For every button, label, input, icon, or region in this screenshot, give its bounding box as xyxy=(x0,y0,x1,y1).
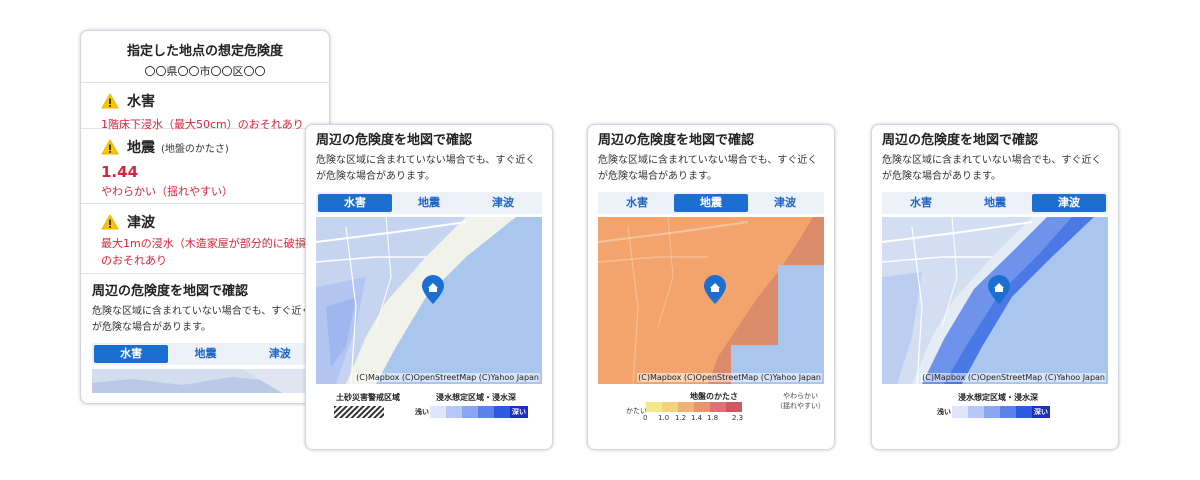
hazard-quake-text: やわらかい（揺れやすい） xyxy=(101,185,233,198)
tick-label: 1.8 xyxy=(707,414,719,422)
shallow-label: 浅い xyxy=(937,408,951,416)
flood-legend: 土砂災害警戒区域 浸水想定区域・浸水深 浅い 深い xyxy=(316,388,552,422)
depth-legend-title: 浸水想定区域・浸水深 xyxy=(436,393,516,402)
ground-swatch xyxy=(726,402,742,412)
map-section-description: 危険な区域に含まれていない場合でも、すぐ近くが危険な場合があります。 xyxy=(882,155,1102,182)
hazard-tsunami-name: 津波 xyxy=(127,215,155,231)
hazard-tsunami-text: 最大1mの浸水（木造家屋が部分的に破損）のおそれあり xyxy=(101,237,317,267)
tab-flood[interactable]: 水害 xyxy=(884,194,958,212)
map-section-description: 危険な区域に含まれていない場合でも、すぐ近くが危険な場合があります。 xyxy=(598,155,818,182)
tab-earthquake[interactable]: 地震 xyxy=(958,194,1032,212)
depth-swatch xyxy=(1000,406,1016,418)
map-attribution: (C)Mapbox (C)OpenStreetMap (C)Yahoo Japa… xyxy=(637,373,822,382)
ground-legend-title: 地盤のかたさ xyxy=(690,392,738,401)
map-attribution: (C)Mapbox (C)OpenStreetMap (C)Yahoo Japa… xyxy=(921,373,1106,382)
earthquake-map-card: 周辺の危険度を地図で確認 危険な区域に含まれていない場合でも、すぐ近くが危険な場… xyxy=(587,124,835,450)
tsunami-map-card: 周辺の危険度を地図で確認 危険な区域に含まれていない場合でも、すぐ近くが危険な場… xyxy=(871,124,1119,450)
hazard-water-text: 1階床下浸水（最大50cm）のおそれあり xyxy=(101,118,304,131)
summary-title: 指定した地点の想定危険度 xyxy=(126,44,283,59)
landslide-swatch xyxy=(334,406,384,418)
tab-tsunami[interactable]: 津波 xyxy=(466,194,540,212)
hazard-water-name: 水害 xyxy=(127,94,155,110)
map-view[interactable]: (C)Mapbox (C)OpenStreetMap (C)Yahoo Japa… xyxy=(882,217,1108,384)
hazard-tsunami: 津波 最大1mの浸水（木造家屋が部分的に破損）のおそれあり xyxy=(81,204,329,274)
ground-swatch xyxy=(710,402,726,412)
location-pin-icon xyxy=(988,275,1010,304)
depth-swatch xyxy=(968,406,984,418)
hazard-summary-card: 指定した地点の想定危険度 〇〇県〇〇市〇〇区〇〇 水害 1階床下浸水（最大50c… xyxy=(80,30,330,404)
map-section-title: 周辺の危険度を地図で確認 xyxy=(882,133,1039,148)
tick-label: 0 xyxy=(643,414,648,422)
depth-swatch xyxy=(446,406,462,418)
warning-icon xyxy=(101,139,119,155)
map-preview xyxy=(92,369,319,393)
location-pin-icon xyxy=(704,275,726,304)
map-view[interactable] xyxy=(92,369,319,393)
depth-swatch xyxy=(478,406,494,418)
tsunami-legend: 浸水想定区域・浸水深 浅い 深い xyxy=(882,388,1118,422)
flood-map-card: 周辺の危険度を地図で確認 危険な区域に含まれていない場合でも、すぐ近くが危険な場… xyxy=(305,124,553,450)
ground-swatch xyxy=(662,402,678,412)
hazard-quake: 地震 (地盤のかたさ) 1.44 やわらかい（揺れやすい） xyxy=(81,129,329,204)
tick-label: 2.3 xyxy=(732,414,744,422)
summary-header: 指定した地点の想定危険度 〇〇県〇〇市〇〇区〇〇 xyxy=(81,31,329,83)
hazard-tabs: 水害 地震 津波 xyxy=(316,192,542,214)
hazard-tabs: 水害 地震 津波 xyxy=(598,192,824,214)
tick-label: 1.4 xyxy=(691,414,703,422)
hazard-quake-name: 地震 xyxy=(127,140,155,156)
ground-swatch xyxy=(694,402,710,412)
soft-label: やわらかい xyxy=(783,392,818,400)
shallow-label: 浅い xyxy=(415,408,429,416)
warning-icon xyxy=(101,93,119,109)
warning-icon xyxy=(101,214,119,230)
depth-swatch xyxy=(494,406,510,418)
map-section-title: 周辺の危険度を地図で確認 xyxy=(598,133,755,148)
deep-label: 深い xyxy=(510,406,528,418)
map-view[interactable]: (C)Mapbox (C)OpenStreetMap (C)Yahoo Japa… xyxy=(316,217,542,384)
tick-label: 1.2 xyxy=(675,414,687,422)
hazard-tabs: 水害 地震 津波 xyxy=(92,343,319,365)
map-section-description: 危険な区域に含まれていない場合でも、すぐ近くが危険な場合があります。 xyxy=(316,155,536,182)
tab-tsunami[interactable]: 津波 xyxy=(1032,194,1106,212)
hazard-quake-sub: (地盤のかたさ) xyxy=(161,143,229,155)
hazard-quake-value: 1.44 xyxy=(101,163,139,181)
earthquake-legend: 地盤のかたさ かたい やわらかい （揺れやすい） 0 1.0 1.2 1.4 1… xyxy=(598,388,834,422)
main-map-section: 周辺の危険度を地図で確認 危険な区域に含まれていない場合でも、すぐ近くが危険な場… xyxy=(81,274,329,393)
tab-flood[interactable]: 水害 xyxy=(94,345,169,363)
hazard-tabs: 水害 地震 津波 xyxy=(882,192,1108,214)
tab-flood[interactable]: 水害 xyxy=(318,194,392,212)
map-section-title: 周辺の危険度を地図で確認 xyxy=(316,133,473,148)
depth-swatch xyxy=(462,406,478,418)
location-pin-icon xyxy=(422,275,444,304)
depth-swatch xyxy=(430,406,446,418)
depth-swatch xyxy=(1016,406,1032,418)
map-section-description: 危険な区域に含まれていない場合でも、すぐ近くが危険な場合があります。 xyxy=(92,306,312,333)
tab-earthquake[interactable]: 地震 xyxy=(168,345,242,363)
ground-swatch xyxy=(678,402,694,412)
depth-legend-title: 浸水想定区域・浸水深 xyxy=(958,393,1038,402)
tab-tsunami[interactable]: 津波 xyxy=(748,194,822,212)
map-section-title: 周辺の危険度を地図で確認 xyxy=(92,284,249,299)
depth-swatch xyxy=(952,406,968,418)
soft-note: （揺れやすい） xyxy=(776,402,825,410)
summary-location: 〇〇県〇〇市〇〇区〇〇 xyxy=(144,65,266,78)
landslide-legend-label: 土砂災害警戒区域 xyxy=(336,393,400,402)
map-view[interactable]: (C)Mapbox (C)OpenStreetMap (C)Yahoo Japa… xyxy=(598,217,824,384)
depth-swatch xyxy=(984,406,1000,418)
tab-earthquake[interactable]: 地震 xyxy=(392,194,466,212)
tab-earthquake[interactable]: 地震 xyxy=(674,194,748,212)
deep-label: 深い xyxy=(1032,406,1050,418)
ground-swatch xyxy=(646,402,662,412)
tick-label: 1.0 xyxy=(658,414,670,422)
map-attribution: (C)Mapbox (C)OpenStreetMap (C)Yahoo Japa… xyxy=(355,373,540,382)
hazard-water: 水害 1階床下浸水（最大50cm）のおそれあり xyxy=(81,83,329,131)
tab-flood[interactable]: 水害 xyxy=(600,194,674,212)
